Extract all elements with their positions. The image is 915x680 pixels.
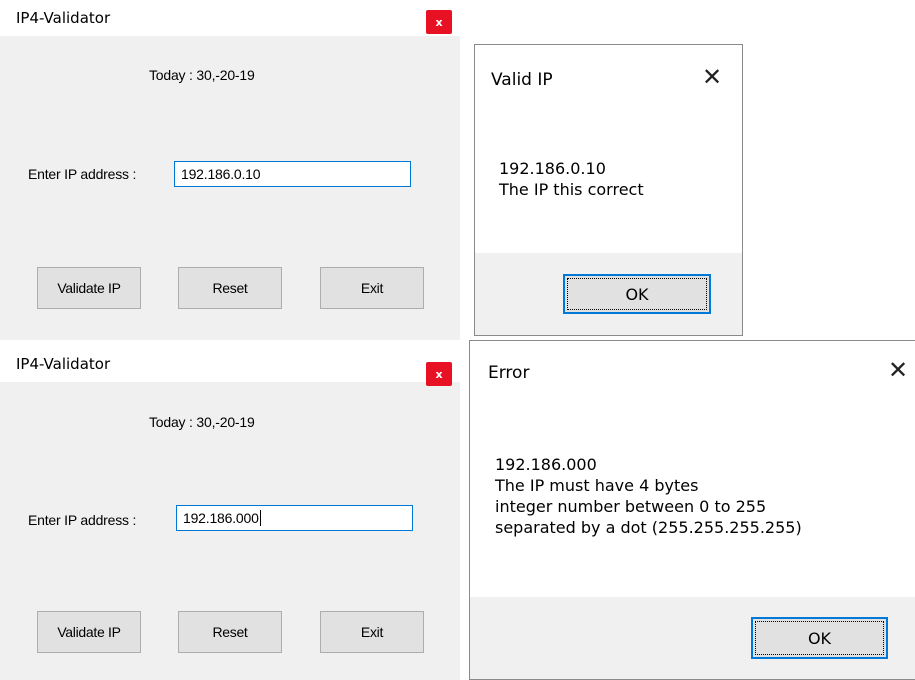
ip-address-value: 192.186.0.10 xyxy=(181,166,261,182)
validate-ip-button[interactable]: Validate IP xyxy=(37,611,141,653)
text-caret xyxy=(259,510,261,526)
title-bar[interactable]: IP4-Validator x xyxy=(0,346,460,386)
window-title: IP4-Validator xyxy=(16,9,111,27)
message-line: separated by a dot (255.255.255.255) xyxy=(495,518,802,537)
close-button[interactable]: x xyxy=(426,10,452,34)
message-line: The IP this correct xyxy=(499,180,644,199)
ip-address-input[interactable]: 192.186.0.10 xyxy=(174,161,411,187)
dialog-title: Valid IP xyxy=(491,70,553,90)
dialog-footer: OK xyxy=(470,597,915,679)
ok-button[interactable]: OK xyxy=(563,274,711,314)
message-line: 192.186.000 xyxy=(495,455,597,474)
close-icon: x xyxy=(435,15,443,29)
window-title: IP4-Validator xyxy=(16,355,111,373)
reset-button[interactable]: Reset xyxy=(178,611,282,653)
app-window-top: IP4-Validator x Today : 30,-20-19 Enter … xyxy=(0,0,460,340)
date-label: Today : 30,-20-19 xyxy=(149,414,255,430)
dialog-footer: OK xyxy=(475,253,742,335)
validate-ip-button[interactable]: Validate IP xyxy=(37,267,141,309)
close-button[interactable]: x xyxy=(426,362,452,386)
ok-button[interactable]: OK xyxy=(751,617,888,659)
valid-ip-dialog: Valid IP ✕ 192.186.0.10 The IP this corr… xyxy=(474,44,743,336)
error-dialog: Error ✕ 192.186.000 The IP must have 4 b… xyxy=(469,340,915,680)
ip-address-value: 192.186.000 xyxy=(183,510,259,526)
dialog-title: Error xyxy=(488,363,530,383)
ok-button-label: OK xyxy=(807,628,832,648)
app-window-bottom: IP4-Validator x Today : 30,-20-19 Enter … xyxy=(0,346,460,680)
close-icon[interactable]: ✕ xyxy=(702,65,722,89)
reset-button[interactable]: Reset xyxy=(178,267,282,309)
close-icon: x xyxy=(435,367,443,381)
title-bar[interactable]: IP4-Validator x xyxy=(0,0,460,36)
ip-address-label: Enter IP address : xyxy=(28,512,137,528)
exit-button[interactable]: Exit xyxy=(320,611,424,653)
close-icon[interactable]: ✕ xyxy=(888,358,908,382)
ip-address-input[interactable]: 192.186.000 xyxy=(176,505,413,531)
date-label: Today : 30,-20-19 xyxy=(149,67,255,83)
message-line: The IP must have 4 bytes xyxy=(495,476,699,495)
ip-address-label: Enter IP address : xyxy=(28,166,137,182)
ok-button-label: OK xyxy=(625,284,649,304)
dialog-message: 192.186.0.10 The IP this correct xyxy=(499,158,644,200)
dialog-message: 192.186.000 The IP must have 4 bytes int… xyxy=(495,454,802,538)
exit-button[interactable]: Exit xyxy=(320,267,424,309)
message-line: 192.186.0.10 xyxy=(499,159,606,178)
message-line: integer number between 0 to 255 xyxy=(495,497,767,516)
